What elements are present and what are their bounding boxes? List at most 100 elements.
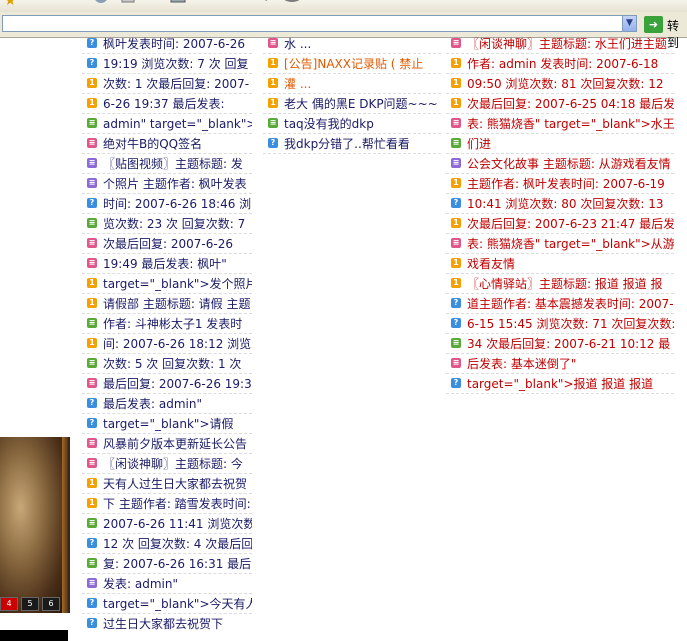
topic-link[interactable]: 19:19 浏览次数: 7 次 回复 [103,54,249,73]
topic-link[interactable]: 次数: 5 次 回复次数: 1 次 [103,354,241,373]
game-button-6[interactable]: 6 [42,597,60,611]
topic-link[interactable]: 间: 2007-6-26 18:12 浏览 [103,334,251,353]
topic-link[interactable]: 〖闲谈神聊〗主题标题: 今 [103,454,243,473]
topic-link[interactable]: target="_blank">请假 [103,414,234,433]
address-input[interactable] [2,15,636,32]
topic-link[interactable]: 作者: 斗神彬太子1 发表时 [103,314,242,333]
list-item[interactable]: 1 6-26 19:37 最后发表: [82,94,252,114]
list-item[interactable]: 1 天有人过生日大家都去祝贺 [82,474,252,494]
list-item[interactable]: ? 时间: 2007-6-26 18:46 浏 [82,194,252,214]
list-item[interactable]: ≡ admin" target="_blank"> [82,114,252,134]
topic-link[interactable]: 表: 熊猫烧香" target="_blank">水王 [467,114,674,133]
list-item[interactable]: ≡ 公会文化故事 主题标题: 从游戏看友情 [446,154,674,174]
topic-link[interactable]: 作者: admin 发表时间: 2007-6-18 [467,54,658,73]
topic-link[interactable]: target="_blank">发个照片 [103,274,252,293]
list-item[interactable]: ? 10:41 浏览次数: 80 次回复次数: 13 [446,194,674,214]
topic-link[interactable]: 请假部 主题标题: 请假 主题 [103,294,251,313]
list-item[interactable]: 1 次最后回复: 2007-6-25 04:18 最后发 [446,94,674,114]
list-item[interactable]: ≡ 后发表: 基本迷倒了" [446,354,674,374]
topic-link[interactable]: 6-26 19:37 最后发表: [103,94,225,113]
list-item[interactable]: ? 我dkp分错了..帮忙看看 [263,134,441,154]
list-item[interactable]: ≡ 作者: 斗神彬太子1 发表时 [82,314,252,334]
topic-link[interactable]: 〖闲谈神聊〗主题标题: 水王们进主题 [467,34,667,53]
topic-link[interactable]: 10:41 浏览次数: 80 次回复次数: 13 [467,194,663,213]
list-item[interactable]: ? 19:19 浏览次数: 7 次 回复 [82,54,252,74]
list-item[interactable]: ≡ 表: 熊猫烧香" target="_blank">水王 [446,114,674,134]
topic-link[interactable]: 老大 偶的黑E DKP问题~~~ [284,94,438,113]
list-item[interactable]: ≡ 表: 熊猫烧香" target="_blank">从游 [446,234,674,254]
topic-link[interactable]: [公告]NAXX记录贴 ( 禁止 [284,54,423,73]
list-item[interactable]: 1 〖心情驿站〗主题标题: 报道 报道 报 [446,274,674,294]
topic-link[interactable]: 时间: 2007-6-26 18:46 浏 [103,194,251,213]
topic-link[interactable]: 最后发表: admin" [103,394,202,413]
list-item[interactable]: ≡ 19:49 最后发表: 枫叶" [82,254,252,274]
topic-link[interactable]: 公会文化故事 主题标题: 从游戏看友情 [467,154,671,173]
list-item[interactable]: ≡ 们进 [446,134,674,154]
list-item[interactable]: ? target="_blank">今天有人 [82,594,252,614]
topic-link[interactable]: 灌 ... [284,74,311,93]
topic-link[interactable]: 2007-6-26 11:41 浏览次数: [103,514,252,533]
topic-link[interactable]: 19:49 最后发表: 枫叶" [103,254,227,273]
list-item[interactable]: ? 6-15 15:45 浏览次数: 71 次回复次数: [446,314,674,334]
topic-link[interactable]: 我dkp分错了..帮忙看看 [284,134,410,153]
window-icon[interactable] [170,0,186,8]
topic-link[interactable]: 后发表: 基本迷倒了" [467,354,576,373]
list-item[interactable]: ≡ 〖闲谈神聊〗主题标题: 水王们进主题 [446,34,674,54]
topic-link[interactable]: 览次数: 23 次 回复次数: 7 [103,214,245,233]
list-item[interactable]: ≡ 次最后回复: 2007-6-26 [82,234,252,254]
topic-link[interactable]: 枫叶发表时间: 2007-6-26 [103,34,245,53]
go-button[interactable]: ➜ [644,16,663,33]
list-item[interactable]: ? 道主题作者: 基本震撼发表时间: 2007- [446,294,674,314]
circle-icon[interactable] [93,0,109,8]
list-item[interactable]: 1 [公告]NAXX记录贴 ( 禁止 [263,54,441,74]
topic-link[interactable]: 发表: admin" [103,574,178,593]
list-item[interactable]: 1 次最后回复: 2007-6-23 21:47 最后发 [446,214,674,234]
list-item[interactable]: ? target="_blank">请假 [82,414,252,434]
list-item[interactable]: ≡ 〖闲谈神聊〗主题标题: 今 [82,454,252,474]
list-item[interactable]: ≡ 水 ... [263,34,441,54]
list-item[interactable]: 1 次数: 1 次最后回复: 2007- [82,74,252,94]
list-item[interactable]: ≡ 发表: admin" [82,574,252,594]
list-item[interactable]: 1 老大 偶的黑E DKP问题~~~ [263,94,441,114]
topic-link[interactable]: 次最后回复: 2007-6-25 04:18 最后发 [467,94,674,113]
list-item[interactable]: 1 灌 ... [263,74,441,94]
list-item[interactable]: 1 主题作者: 枫叶发表时间: 2007-6-19 [446,174,674,194]
game-button-5[interactable]: 5 [21,597,39,611]
list-item[interactable]: ≡ 览次数: 23 次 回复次数: 7 [82,214,252,234]
history-icon[interactable] [253,0,269,8]
star-icon[interactable]: ★ [4,0,20,8]
topic-link[interactable]: 下 主题作者: 踏雪发表时间: [103,494,251,513]
topic-link[interactable]: target="_blank">今天有人 [103,594,252,613]
topic-link[interactable]: 34 次最后回复: 2007-6-21 10:12 最 [467,334,670,353]
list-item[interactable]: ? 最后发表: admin" [82,394,252,414]
topic-link[interactable]: 09:50 浏览次数: 81 次回复次数: 12 [467,74,663,93]
topic-link[interactable]: 〖贴图视频〗主题标题: 发 [103,154,243,173]
list-item[interactable]: ? 枫叶发表时间: 2007-6-26 [82,34,252,54]
topic-link[interactable]: 最后回复: 2007-6-26 19:36 [103,374,252,393]
topic-link[interactable]: 次数: 1 次最后回复: 2007- [103,74,249,93]
topic-link[interactable]: 次最后回复: 2007-6-26 [103,234,233,253]
list-item[interactable]: ≡ 最后回复: 2007-6-26 19:36 [82,374,252,394]
topic-link[interactable]: 12 次 回复次数: 4 次最后回 [103,534,252,553]
list-item[interactable]: ≡ 风暴前夕版本更新延长公告 [82,434,252,454]
topic-link[interactable]: 风暴前夕版本更新延长公告 [103,434,247,453]
topic-link[interactable]: 水 ... [284,34,311,53]
topic-link[interactable]: 戏看友情 [467,254,515,273]
list-item[interactable]: 1 target="_blank">发个照片 [82,274,252,294]
topic-link[interactable]: 绝对牛B的QQ签名 [103,134,202,153]
topic-link[interactable]: 次最后回复: 2007-6-23 21:47 最后发 [467,214,674,233]
list-item[interactable]: ≡ 次数: 5 次 回复次数: 1 次 [82,354,252,374]
list-item[interactable]: ≡ taq没有我的dkp [263,114,441,134]
list-item[interactable]: 1 作者: admin 发表时间: 2007-6-18 [446,54,674,74]
box-icon[interactable] [120,0,136,8]
list-item[interactable]: ≡ 〖贴图视频〗主题标题: 发 [82,154,252,174]
chevron-down-icon[interactable]: ▼ [622,15,637,32]
list-item[interactable]: 1 间: 2007-6-26 18:12 浏览 [82,334,252,354]
list-item[interactable]: ? target="_blank">报道 报道 报道 [446,374,674,394]
topic-link[interactable]: 〖心情驿站〗主题标题: 报道 报道 报 [467,274,663,293]
list-item[interactable]: ≡ 34 次最后回复: 2007-6-21 10:12 最 [446,334,674,354]
list-item[interactable]: ≡ 个照片 主题作者: 枫叶发表 [82,174,252,194]
list-item[interactable]: ≡ 复: 2007-6-26 16:31 最后 [82,554,252,574]
topic-link[interactable]: target="_blank">报道 报道 报道 [467,374,653,393]
list-item[interactable]: 1 戏看友情 [446,254,674,274]
